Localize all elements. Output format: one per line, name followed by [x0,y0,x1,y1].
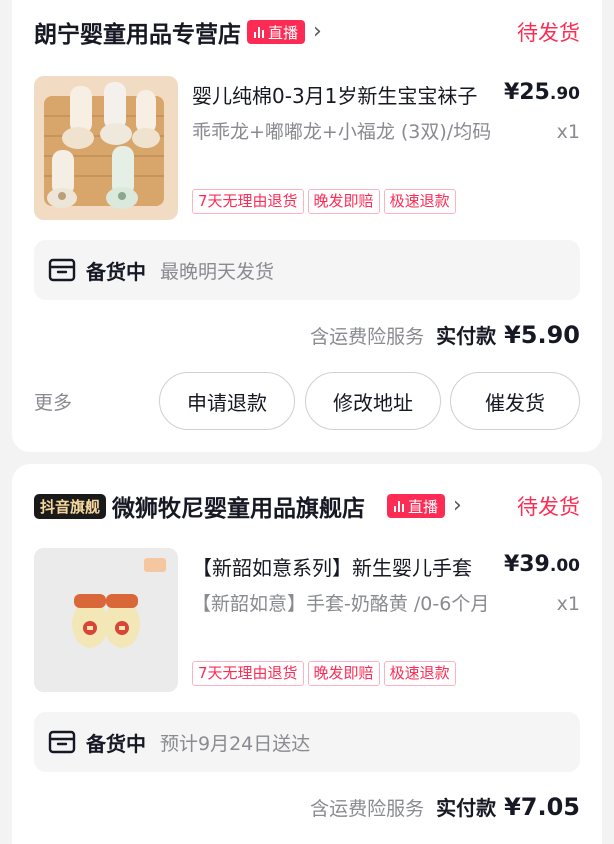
service-tags: 7天无理由退货 晚发即赔 极速退款 [192,661,456,686]
shop-name[interactable]: 微狮牧尼婴童用品旗舰店 [112,489,365,523]
live-bars-icon [254,26,264,38]
product-spec: 【新韶如意】手套-奶酪黄 /0-6个月 [192,593,490,615]
product-image[interactable] [34,76,178,220]
live-label: 直播 [268,23,299,42]
product-price: ¥25.90 [504,80,580,105]
order-card[interactable]: 朗宁婴童用品专营店 直播 › 待发货 婴儿纯棉0-3月1岁新生宝宝袜子 ¥25.… [12,0,602,452]
product-title[interactable]: 【新韶如意系列】新生婴儿手套 [192,552,482,581]
product-price: ¥39.00 [504,552,580,577]
product-qty: x1 [556,121,580,143]
product-image[interactable] [34,548,178,692]
apply-refund-button[interactable]: 申请退款 [159,372,295,430]
price-dec: .00 [549,556,580,576]
stock-status-box[interactable]: 备货中 预计9月24日送达 [34,712,580,772]
package-icon [48,730,76,754]
total-row: 含运费险服务 实付款 ¥5.90 [310,320,580,349]
tag-fast-refund: 极速退款 [383,189,456,214]
total-row: 含运费险服务 实付款 ¥7.05 [310,792,580,821]
live-label: 直播 [408,497,439,516]
live-bars-icon [394,500,405,512]
price-int: ¥25 [503,80,550,105]
insurance-label: 含运费险服务 [310,326,425,348]
stock-label: 备货中 [86,259,146,284]
shop-header[interactable]: 朗宁婴童用品专营店 直播 › 待发货 [34,12,580,52]
product-qty: x1 [556,593,580,615]
live-badge[interactable]: 直播 [247,20,306,44]
shop-header[interactable]: 抖音旗舰 微狮牧尼婴童用品旗舰店 直播 › 待发货 [34,486,580,526]
stock-status-box[interactable]: 备货中 最晚明天发货 [34,240,580,300]
price-int: ¥39 [503,552,550,577]
paid-label: 实付款 [436,324,497,348]
insurance-label: 含运费险服务 [310,798,425,820]
tag-no-reason-return: 7天无理由退货 [192,661,304,686]
package-icon [48,258,76,282]
paid-amount: ¥5.90 [504,321,580,349]
live-badge[interactable]: 直播 [387,494,446,518]
stock-text: 预计9月24日送达 [160,732,311,755]
order-status: 待发货 [517,495,580,519]
flagship-badge: 抖音旗舰 [34,493,107,519]
chevron-right-icon[interactable]: › [453,495,462,517]
stock-text: 最晚明天发货 [160,260,275,283]
service-tags: 7天无理由退货 晚发即赔 极速退款 [192,189,456,214]
tag-late-compensation: 晚发即赔 [307,661,380,686]
stock-label: 备货中 [86,731,146,756]
urge-shipping-button[interactable]: 催发货 [450,372,580,430]
order-card[interactable]: 抖音旗舰 微狮牧尼婴童用品旗舰店 直播 › 待发货 【新韶如意系列】新生婴儿手套… [12,464,602,844]
price-dec: .90 [549,84,580,104]
order-status: 待发货 [517,21,580,45]
tag-no-reason-return: 7天无理由退货 [192,189,304,214]
product-spec: 乖乖龙+嘟嘟龙+小福龙 (3双)/均码 [192,121,492,143]
paid-label: 实付款 [436,796,497,820]
shop-name[interactable]: 朗宁婴童用品专营店 [34,15,241,49]
tag-fast-refund: 极速退款 [383,661,456,686]
more-link[interactable]: 更多 [34,388,72,415]
paid-amount: ¥7.05 [504,793,580,821]
product-title[interactable]: 婴儿纯棉0-3月1岁新生宝宝袜子 [192,80,482,109]
tag-late-compensation: 晚发即赔 [307,189,380,214]
chevron-right-icon[interactable]: › [313,21,322,43]
change-address-button[interactable]: 修改地址 [305,372,441,430]
